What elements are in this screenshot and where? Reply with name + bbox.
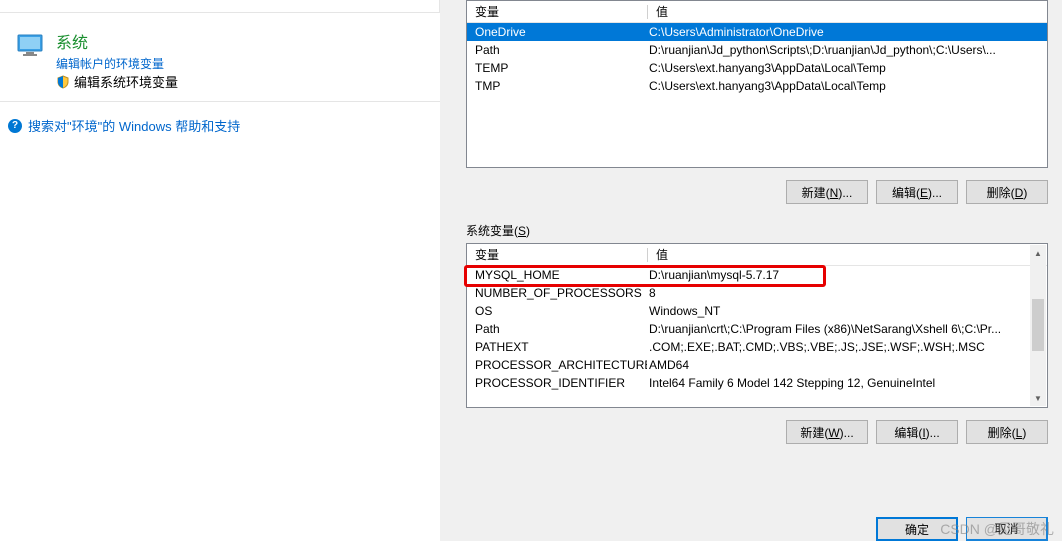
var-name: OS <box>467 304 647 318</box>
header-separator <box>647 248 648 262</box>
edit-account-env-link[interactable]: 编辑帐户的环境变量 <box>56 55 178 72</box>
edit-system-env-label: 编辑系统环境变量 <box>74 72 178 91</box>
left-header: 系统 编辑帐户的环境变量 编辑系统环境变量 <box>0 0 440 102</box>
edit-system-env-link[interactable]: 编辑系统环境变量 <box>56 72 178 91</box>
var-name: Path <box>467 43 647 57</box>
user-button-row: 新建(N)... 编辑(E)... 删除(D) <box>466 180 1048 204</box>
user-vars-table[interactable]: 变量 值 OneDriveC:\Users\Administrator\OneD… <box>466 0 1048 168</box>
sys-button-row: 新建(W)... 编辑(I)... 删除(L) <box>466 420 1048 444</box>
sys-scrollbar[interactable]: ▲ ▼ <box>1030 245 1046 406</box>
delete-user-var-button[interactable]: 删除(D) <box>966 180 1048 204</box>
system-title: 系统 <box>56 29 178 53</box>
system-vars-label: 系统变量(S) <box>466 222 1048 239</box>
edit-sys-var-button[interactable]: 编辑(I)... <box>876 420 958 444</box>
system-category-row: 系统 编辑帐户的环境变量 编辑系统环境变量 <box>0 23 440 91</box>
var-value: C:\Users\ext.hanyang3\AppData\Local\Temp <box>647 61 1047 75</box>
var-value: C:\Users\ext.hanyang3\AppData\Local\Temp <box>647 79 1047 93</box>
var-value: D:\ruanjian\Jd_python\Scripts\;D:\ruanji… <box>647 43 1047 57</box>
var-name: PROCESSOR_IDENTIFIER <box>467 376 647 390</box>
table-row[interactable]: OSWindows_NT <box>467 302 1047 320</box>
var-name: OneDrive <box>467 25 647 39</box>
new-sys-var-button[interactable]: 新建(W)... <box>786 420 868 444</box>
table-row[interactable]: PROCESSOR_IDENTIFIERIntel64 Family 6 Mod… <box>467 374 1047 392</box>
separator <box>0 12 440 13</box>
header-separator <box>647 5 648 19</box>
env-vars-dialog: 变量 值 OneDriveC:\Users\Administrator\OneD… <box>440 0 1062 541</box>
var-name: MYSQL_HOME <box>467 268 647 282</box>
table-row[interactable]: TMPC:\Users\ext.hanyang3\AppData\Local\T… <box>467 77 1047 95</box>
var-name: PATHEXT <box>467 340 647 354</box>
var-value: Windows_NT <box>647 304 1047 318</box>
table-row[interactable]: OneDriveC:\Users\Administrator\OneDrive <box>467 23 1047 41</box>
top-spacer <box>0 0 440 12</box>
var-name: TMP <box>467 79 647 93</box>
watermark: CSDN @见哥敬礼 <box>940 519 1054 539</box>
scroll-up-icon[interactable]: ▲ <box>1030 245 1046 261</box>
info-icon: ? <box>8 119 22 133</box>
col-variable[interactable]: 变量 <box>467 246 647 263</box>
table-row[interactable]: PATHEXT.COM;.EXE;.BAT;.CMD;.VBS;.VBE;.JS… <box>467 338 1047 356</box>
sys-table-body: MYSQL_HOMED:\ruanjian\mysql-5.7.17NUMBER… <box>467 266 1047 392</box>
var-value: D:\ruanjian\mysql-5.7.17 <box>647 268 1047 282</box>
system-category-text: 系统 编辑帐户的环境变量 编辑系统环境变量 <box>56 29 178 91</box>
var-value: AMD64 <box>647 358 1047 372</box>
help-search-row[interactable]: ? 搜索对"环境"的 Windows 帮助和支持 <box>0 102 440 135</box>
scroll-track[interactable] <box>1030 261 1046 390</box>
var-value: C:\Users\Administrator\OneDrive <box>647 25 1047 39</box>
var-name: NUMBER_OF_PROCESSORS <box>467 286 647 300</box>
table-row[interactable]: PathD:\ruanjian\Jd_python\Scripts\;D:\ru… <box>467 41 1047 59</box>
table-row[interactable]: NUMBER_OF_PROCESSORS8 <box>467 284 1047 302</box>
shield-icon <box>56 75 70 89</box>
scroll-thumb[interactable] <box>1032 299 1044 351</box>
user-table-header: 变量 值 <box>467 1 1047 23</box>
system-vars-table[interactable]: 变量 值 MYSQL_HOMED:\ruanjian\mysql-5.7.17N… <box>466 243 1048 408</box>
var-name: TEMP <box>467 61 647 75</box>
col-value[interactable]: 值 <box>654 246 1047 263</box>
var-value: .COM;.EXE;.BAT;.CMD;.VBS;.VBE;.JS;.JSE;.… <box>647 340 1047 354</box>
var-value: Intel64 Family 6 Model 142 Stepping 12, … <box>647 376 1047 390</box>
user-table-body: OneDriveC:\Users\Administrator\OneDriveP… <box>467 23 1047 95</box>
monitor-icon <box>16 33 44 57</box>
table-row[interactable]: MYSQL_HOMED:\ruanjian\mysql-5.7.17 <box>467 266 1047 284</box>
table-row[interactable]: PathD:\ruanjian\crt\;C:\Program Files (x… <box>467 320 1047 338</box>
col-variable[interactable]: 变量 <box>467 3 647 20</box>
var-name: PROCESSOR_ARCHITECTURE <box>467 358 647 372</box>
edit-user-var-button[interactable]: 编辑(E)... <box>876 180 958 204</box>
delete-sys-var-button[interactable]: 删除(L) <box>966 420 1048 444</box>
new-user-var-button[interactable]: 新建(N)... <box>786 180 868 204</box>
table-row[interactable]: TEMPC:\Users\ext.hanyang3\AppData\Local\… <box>467 59 1047 77</box>
col-value[interactable]: 值 <box>654 3 1047 20</box>
var-value: D:\ruanjian\crt\;C:\Program Files (x86)\… <box>647 322 1047 336</box>
help-search-text: 搜索对"环境"的 Windows 帮助和支持 <box>28 116 240 135</box>
scroll-down-icon[interactable]: ▼ <box>1030 390 1046 406</box>
var-value: 8 <box>647 286 1047 300</box>
control-panel-left-pane: 系统 编辑帐户的环境变量 编辑系统环境变量 ? 搜索对"环境"的 Windows… <box>0 0 440 541</box>
var-name: Path <box>467 322 647 336</box>
sys-table-header: 变量 值 <box>467 244 1047 266</box>
table-row[interactable]: PROCESSOR_ARCHITECTUREAMD64 <box>467 356 1047 374</box>
